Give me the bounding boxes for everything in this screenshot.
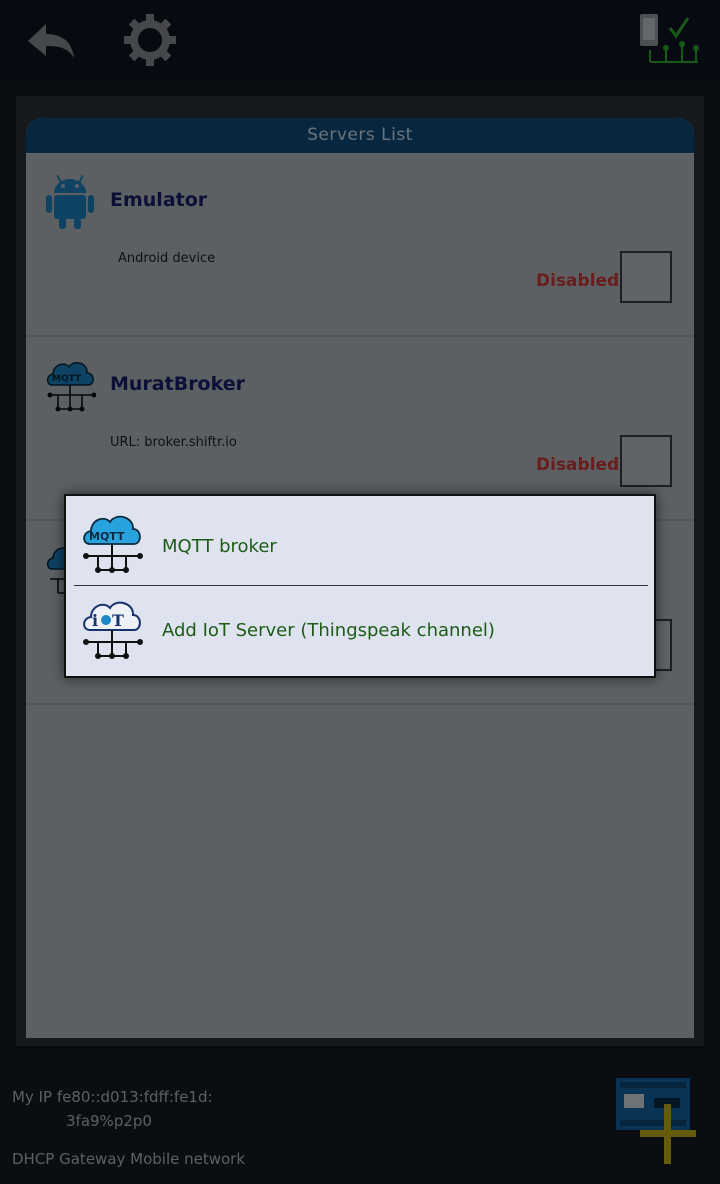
add-server-menu: MQTT MQTT broker i T Add IoT Server (Thi… [64, 494, 656, 678]
menu-item-add-iot-server[interactable]: i T Add IoT Server (Thingspeak channel) [66, 586, 654, 676]
mqtt-cloud-icon: MQTT [83, 515, 143, 573]
svg-text:MQTT: MQTT [89, 530, 125, 543]
svg-text:T: T [112, 611, 124, 630]
svg-text:i: i [92, 611, 98, 630]
menu-item-label: Add IoT Server (Thingspeak channel) [162, 620, 495, 641]
menu-item-label: MQTT broker [162, 536, 277, 557]
iot-cloud-icon: i T [83, 601, 143, 659]
menu-item-mqtt-broker[interactable]: MQTT MQTT broker [66, 496, 654, 586]
